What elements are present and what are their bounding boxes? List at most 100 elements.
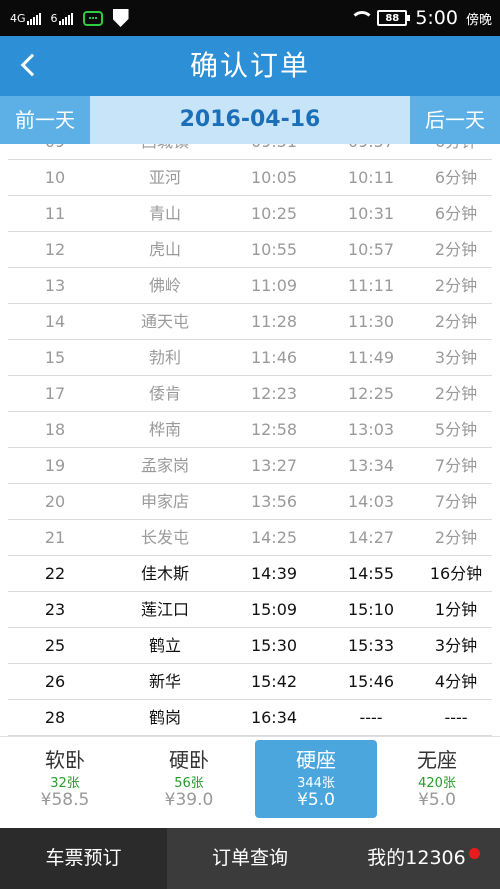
departure-time: 14:03 <box>347 492 395 511</box>
shield-icon <box>112 9 129 27</box>
seat-option[interactable]: 软卧 32张 ¥58.5 <box>4 740 126 818</box>
previous-day-button[interactable]: 前一天 <box>0 96 90 144</box>
network-type-label-2: 6 <box>50 11 58 25</box>
arrival-time: 14:39 <box>250 564 298 583</box>
arrival-time: 12:58 <box>250 420 298 439</box>
stop-number: 26 <box>44 672 66 691</box>
stop-name: 虎山 <box>148 240 181 259</box>
stop-name: 亚河 <box>148 168 181 187</box>
nav-order-query[interactable]: 订单查询 <box>167 828 333 889</box>
stop-number: 28 <box>44 708 66 727</box>
departure-time: 10:57 <box>347 240 395 259</box>
arrival-time: 15:30 <box>250 636 298 655</box>
stop-row: 20 申家店 13:56 14:03 7分钟 <box>0 484 500 520</box>
seat-remaining-count: 420张 <box>418 776 456 791</box>
wifi-icon <box>349 11 375 25</box>
stop-number: 22 <box>44 564 66 583</box>
arrival-time: 12:23 <box>250 384 298 403</box>
status-right: 88 5:00 傍晚 <box>349 0 492 36</box>
stop-duration: 3分钟 <box>434 636 478 655</box>
stop-duration: 4分钟 <box>434 672 478 691</box>
stop-name: 倭肯 <box>148 384 181 403</box>
departure-time: 15:46 <box>347 672 395 691</box>
stop-row: 19 孟家岗 13:27 13:34 7分钟 <box>0 448 500 484</box>
seat-option[interactable]: 无座 420张 ¥5.0 <box>376 740 498 818</box>
battery-icon: 88 <box>377 10 411 26</box>
title-bar: 确认订单 <box>0 36 500 96</box>
stop-name: 桦南 <box>148 420 181 439</box>
seat-option[interactable]: 硬卧 56张 ¥39.0 <box>128 740 250 818</box>
stop-name: 通天屯 <box>140 312 189 331</box>
stop-row: 28 鹤岗 16:34 ---- ---- <box>0 700 500 736</box>
network-type-label: 4G <box>10 11 26 25</box>
stop-row: 22 佳木斯 14:39 14:55 16分钟 <box>0 556 500 592</box>
departure-time: 11:11 <box>347 276 395 295</box>
stop-row: 14 通天屯 11:28 11:30 2分钟 <box>0 304 500 340</box>
stop-name: 佳木斯 <box>140 564 189 583</box>
arrival-time: 11:28 <box>250 312 298 331</box>
stop-number: 13 <box>44 276 66 295</box>
status-bar: 4G 6 88 5:00 傍晚 <box>0 0 500 36</box>
arrival-time: 11:09 <box>250 276 298 295</box>
stop-row: 26 新华 15:42 15:46 4分钟 <box>0 664 500 700</box>
stop-duration: 6分钟 <box>434 168 478 187</box>
departure-time: 10:11 <box>347 168 395 187</box>
signal-bars-icon <box>26 12 41 25</box>
seat-price: ¥58.5 <box>40 790 90 810</box>
stop-row: 10 亚河 10:05 10:11 6分钟 <box>0 160 500 196</box>
seat-remaining-count: 56张 <box>174 776 204 791</box>
stop-row: 18 桦南 12:58 13:03 5分钟 <box>0 412 500 448</box>
stop-number: 18 <box>44 420 66 439</box>
departure-time: 10:31 <box>347 204 395 223</box>
seat-type-name: 无座 <box>417 748 457 772</box>
stop-name: 孟家岗 <box>140 456 189 475</box>
arrival-time: 15:42 <box>250 672 298 691</box>
seat-remaining-count: 344张 <box>297 776 335 791</box>
stop-number: 14 <box>44 312 66 331</box>
stop-duration: 16分钟 <box>429 564 483 583</box>
stop-number: 10 <box>44 168 66 187</box>
stop-name: 申家店 <box>140 492 189 511</box>
travel-date[interactable]: 2016-04-16 <box>90 96 410 144</box>
departure-time: 13:34 <box>347 456 395 475</box>
stop-name: 鹤岗 <box>148 708 181 727</box>
departure-time: 15:33 <box>347 636 395 655</box>
signal-bars-icon <box>58 12 73 25</box>
stop-duration: 6分钟 <box>434 204 478 223</box>
seat-remaining-count: 32张 <box>50 776 80 791</box>
departure-time: 13:03 <box>347 420 395 439</box>
stop-row: 23 莲江口 15:09 15:10 1分钟 <box>0 592 500 628</box>
stops-list[interactable]: 09西城镇09:5109:576分钟10亚河10:0510:116分钟11青山1… <box>0 124 500 736</box>
stop-duration: 3分钟 <box>434 348 478 367</box>
signal-sim2-indicator: 6 <box>51 12 73 25</box>
arrival-time: 10:05 <box>250 168 298 187</box>
nav-my-12306-label: 我的12306 <box>367 847 466 869</box>
stop-row: 25 鹤立 15:30 15:33 3分钟 <box>0 628 500 664</box>
date-bar: 前一天 2016-04-16 后一天 <box>0 96 500 144</box>
status-left: 4G 6 <box>10 0 129 36</box>
nav-my-12306[interactable]: 我的12306 <box>333 828 500 889</box>
arrival-time: 10:55 <box>250 240 298 259</box>
seat-price: ¥5.0 <box>418 790 456 810</box>
arrival-time: 16:34 <box>250 708 298 727</box>
next-day-button[interactable]: 后一天 <box>410 96 500 144</box>
stop-row: 11 青山 10:25 10:31 6分钟 <box>0 196 500 232</box>
departure-time: 11:49 <box>347 348 395 367</box>
arrival-time: 13:56 <box>250 492 298 511</box>
departure-time: ---- <box>359 708 383 727</box>
departure-time: 12:25 <box>347 384 395 403</box>
nav-ticket-booking[interactable]: 车票预订 <box>0 828 167 889</box>
stop-row: 12 虎山 10:55 10:57 2分钟 <box>0 232 500 268</box>
stop-name: 佛岭 <box>148 276 181 295</box>
stop-row: 21 长发屯 14:25 14:27 2分钟 <box>0 520 500 556</box>
stop-number: 20 <box>44 492 66 511</box>
seat-type-name: 软卧 <box>45 748 85 772</box>
departure-time: 15:10 <box>347 600 395 619</box>
arrival-time: 10:25 <box>250 204 298 223</box>
arrival-time: 14:25 <box>250 528 298 547</box>
notification-badge <box>469 848 480 859</box>
seat-option[interactable]: 硬座 344张 ¥5.0 <box>255 740 377 818</box>
stop-number: 15 <box>44 348 66 367</box>
status-time: 5:00 <box>415 7 458 29</box>
stop-number: 11 <box>44 204 66 223</box>
